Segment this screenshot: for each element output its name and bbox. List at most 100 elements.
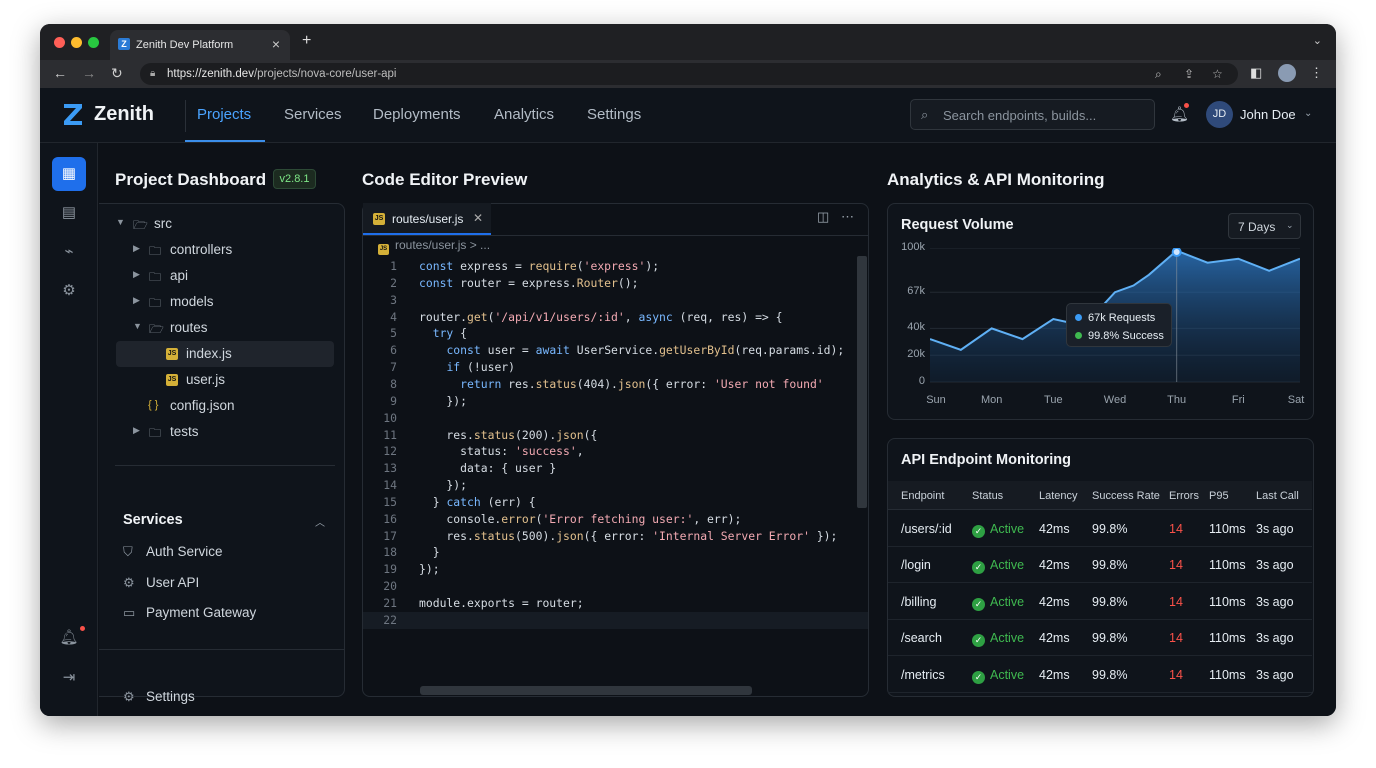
column-header[interactable]: Latency	[1039, 490, 1078, 502]
zoom-magnifier-icon[interactable]: ⌕	[1155, 67, 1162, 82]
settings-gear-icon[interactable]: ⚙	[52, 274, 86, 308]
code-line[interactable]: 8 return res.status(404).json({ error: '…	[363, 376, 868, 393]
tree-file-index-js[interactable]: JS index.js	[116, 341, 334, 367]
table-row[interactable]: /billing ✓ Active 42ms 99.8% 14 110ms 3s ago	[888, 584, 1312, 620]
close-window-button[interactable]	[54, 37, 65, 48]
code-line[interactable]: 19});	[363, 561, 868, 578]
y-tick-label: 67k	[907, 285, 925, 298]
bookmark-star-icon[interactable]: ☆	[1212, 67, 1223, 81]
tree-folder-tests[interactable]: ▶ 🗀︎ tests	[116, 419, 334, 445]
line-number: 17	[383, 528, 397, 543]
tree-file-config-json[interactable]: { } config.json	[116, 393, 334, 419]
tree-folder-api[interactable]: ▶ 🗀︎ api	[116, 263, 334, 289]
code-line[interactable]: 15 } catch (err) {	[363, 494, 868, 511]
version-badge: v2.8.1	[273, 169, 316, 189]
breadcrumb-text: routes/user.js > ...	[395, 238, 491, 252]
sidebar-toggle-icon[interactable]: ◧	[1250, 65, 1262, 81]
forward-arrow-icon[interactable]: →	[82, 65, 96, 81]
code-line[interactable]: 17 res.status(500).json({ error: 'Intern…	[363, 528, 868, 545]
tab-list-chevron-icon[interactable]: ⌄	[1313, 34, 1322, 47]
code-text: data: { user }	[419, 461, 557, 476]
code-text: status: 'success',	[419, 444, 584, 459]
code-line[interactable]: 22	[363, 611, 868, 629]
column-header[interactable]: Errors	[1169, 490, 1199, 502]
code-line[interactable]: 20	[363, 578, 868, 595]
code-line[interactable]: 2 const router = express.Router();	[363, 275, 868, 292]
status-badge: ✓ Active	[972, 558, 1024, 575]
url-text: https://zenith.dev/projects/nova-core/us…	[167, 68, 397, 80]
highlight-point[interactable]	[1171, 248, 1182, 257]
browser-tab[interactable]: Z Zenith Dev Platform ×	[110, 30, 290, 60]
time-range-dropdown[interactable]: 7 Days ⌄	[1228, 213, 1301, 239]
column-header[interactable]: P95	[1209, 490, 1229, 502]
code-line[interactable]: 14 });	[363, 477, 868, 494]
user-avatar[interactable]: JD	[1206, 101, 1233, 128]
more-options-icon[interactable]: ⋯	[841, 209, 854, 225]
table-row[interactable]: /login ✓ Active 42ms 99.8% 14 110ms 3s ago	[888, 547, 1312, 584]
tree-folder-src[interactable]: ▼ 🗁︎ src	[116, 211, 334, 237]
browser-profile-avatar[interactable]	[1278, 64, 1296, 82]
nav-projects[interactable]: Projects	[197, 106, 251, 123]
horizontal-scrollbar[interactable]	[420, 686, 752, 695]
table-row[interactable]: /users/:id ✓ Active 42ms 99.8% 14 110ms 3s ago	[888, 511, 1312, 547]
tree-folder-routes[interactable]: ▼ 🗁︎ routes	[116, 315, 334, 341]
minimize-window-button[interactable]	[71, 37, 82, 48]
documents-icon[interactable]: ▤	[52, 196, 86, 230]
check-circle-icon: ✓	[972, 561, 985, 575]
new-tab-plus-icon[interactable]: +	[302, 32, 311, 50]
search-input[interactable]: ⌕ Search endpoints, builds...	[910, 99, 1155, 130]
split-editor-icon[interactable]: ◫	[817, 209, 829, 225]
code-line[interactable]: 18 }	[363, 544, 868, 561]
column-header[interactable]: Endpoint	[901, 490, 944, 502]
code-line[interactable]: 1 const express = require('express');	[363, 258, 868, 275]
top-navigation: Zenith Projects Services Deployments Ana…	[40, 88, 1336, 143]
column-header[interactable]: Success Rate	[1092, 490, 1160, 502]
dashboard-grid-icon[interactable]: ▦	[52, 157, 86, 191]
column-header[interactable]: Status	[972, 490, 1003, 502]
line-number: 14	[383, 478, 397, 493]
last-call-cell: 3s ago	[1256, 631, 1294, 646]
folder-open-icon: 🗁︎	[149, 322, 164, 336]
user-name[interactable]: John Doe	[1240, 107, 1296, 122]
maximize-window-button[interactable]	[88, 37, 99, 48]
code-line[interactable]: 7 if (!user)	[363, 359, 868, 376]
code-line[interactable]: 4 router.get('/api/v1/users/:id', async (…	[363, 309, 868, 326]
nav-analytics[interactable]: Analytics	[494, 106, 554, 123]
vertical-scrollbar[interactable]	[857, 256, 867, 508]
share-icon[interactable]: ⇪	[1184, 67, 1194, 81]
code-editor-title: Code Editor Preview	[362, 170, 528, 189]
success-legend-dot	[1075, 332, 1082, 339]
back-arrow-icon[interactable]: ←	[53, 65, 67, 81]
browser-menu-icon[interactable]: ⋮	[1310, 65, 1323, 81]
line-number: 13	[383, 461, 397, 476]
code-line[interactable]: 5 try {	[363, 325, 868, 342]
close-tab-icon[interactable]: ✕	[473, 211, 483, 225]
nav-deployments[interactable]: Deployments	[373, 106, 461, 123]
tree-folder-models[interactable]: ▶ 🗀︎ models	[116, 289, 334, 315]
editor-tab-user-js[interactable]: JS routes/user.js ✕	[363, 203, 491, 235]
code-line[interactable]: 21 module.exports = router;	[363, 595, 868, 612]
code-line[interactable]: 16 console.error('Error fetching user:',…	[363, 511, 868, 528]
collapse-chevron-icon[interactable]: ︿	[315, 514, 325, 529]
reload-icon[interactable]: ↻	[111, 65, 123, 82]
code-line[interactable]: 12 status: 'success',	[363, 443, 868, 460]
nav-settings[interactable]: Settings	[587, 106, 641, 123]
tree-folder-controllers[interactable]: ▶ 🗀︎ controllers	[116, 237, 334, 263]
user-menu-chevron-icon[interactable]: ⌄	[1304, 108, 1312, 119]
table-row[interactable]: /search ✓ Active 42ms 99.8% 14 110ms 3s ago	[888, 620, 1312, 657]
code-line[interactable]: 9 });	[363, 393, 868, 410]
settings-divider	[99, 649, 345, 650]
code-line[interactable]: 11 res.status(200).json({	[363, 427, 868, 444]
column-header[interactable]: Last Call	[1256, 490, 1299, 502]
code-line[interactable]: 3	[363, 292, 868, 309]
tree-file-user-js[interactable]: JS user.js	[116, 367, 334, 393]
table-row[interactable]: /metrics ✓ Active 42ms 99.8% 14 110ms 3s ago	[888, 657, 1312, 693]
nav-services[interactable]: Services	[284, 106, 342, 123]
logout-icon[interactable]: ⇥	[52, 661, 86, 695]
activity-pulse-icon[interactable]: ⌁	[52, 235, 86, 269]
code-line[interactable]: 6 const user = await UserService.getUser…	[363, 342, 868, 359]
close-tab-icon[interactable]: ×	[272, 36, 280, 52]
code-line[interactable]: 13 data: { user }	[363, 460, 868, 477]
address-bar[interactable]: 🔒︎ https://zenith.dev/projects/nova-core…	[140, 63, 1238, 85]
code-line[interactable]: 10	[363, 410, 868, 427]
